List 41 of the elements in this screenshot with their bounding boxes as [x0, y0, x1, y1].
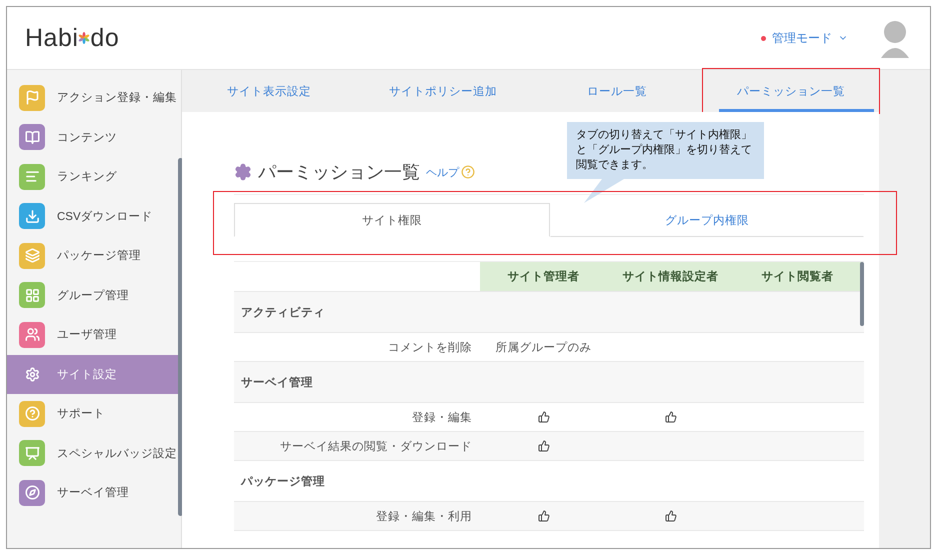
help-link[interactable]: ヘルプ [426, 164, 475, 180]
tab[interactable]: サイト権限 [234, 203, 550, 237]
sidebar-item[interactable]: グループ管理 [7, 276, 181, 315]
callout-tail [584, 179, 624, 203]
tab[interactable]: パーミッション一覧 [704, 70, 878, 112]
thumbs-up-icon [538, 440, 550, 452]
thumbs-up-icon [538, 510, 550, 522]
avatar[interactable] [878, 18, 912, 58]
flower-icon [78, 32, 90, 44]
sidebar-item[interactable]: サポート [7, 394, 181, 434]
tab[interactable]: ロール一覧 [530, 70, 704, 112]
section-heading: パッケージ管理 [240, 474, 326, 488]
section-heading: アクティビティ [240, 306, 326, 320]
sidebar-item[interactable]: ユーザ管理 [7, 315, 181, 354]
column-header: サイト管理者 [480, 262, 607, 291]
permission-label: サーベイ結果の閲覧・ダウンロード [279, 440, 473, 454]
column-header: サイト情報設定者 [607, 262, 734, 291]
sidebar-item[interactable]: アクション登録・編集 [7, 78, 181, 118]
sidebar-item[interactable]: スペシャルバッジ設定 [7, 434, 181, 473]
sidebar-item[interactable]: コンテンツ [7, 118, 181, 157]
tab[interactable]: サイトポリシー追加 [356, 70, 530, 112]
page-title: パーミッション一覧 [258, 161, 420, 184]
sidebar-item[interactable]: パッケージ管理 [7, 236, 181, 276]
thumbs-up-icon [664, 510, 676, 522]
tab[interactable]: サイト表示設定 [182, 70, 356, 112]
sidebar-item[interactable]: CSVダウンロード [7, 196, 181, 236]
thumbs-up-icon [538, 411, 550, 423]
scrollbar-thumb[interactable] [860, 262, 864, 326]
section-heading: サーベイ管理 [240, 376, 314, 390]
sidebar-item[interactable]: ランキング [7, 157, 181, 196]
permission-label: 登録・編集 [411, 410, 473, 424]
table-cell-text: 所属グループのみ [494, 340, 592, 354]
sidebar-item[interactable]: サーベイ管理 [7, 473, 181, 512]
column-header: サイト閲覧者 [734, 262, 861, 291]
settings-icon [234, 163, 252, 181]
mode-menu[interactable]: 管理モード [755, 28, 854, 48]
logo: Habi do [25, 24, 120, 52]
permission-label: 登録・編集・利用 [375, 510, 473, 524]
help-icon [461, 165, 475, 179]
thumbs-up-icon [664, 411, 676, 423]
permission-label: コメントを削除 [387, 340, 473, 354]
